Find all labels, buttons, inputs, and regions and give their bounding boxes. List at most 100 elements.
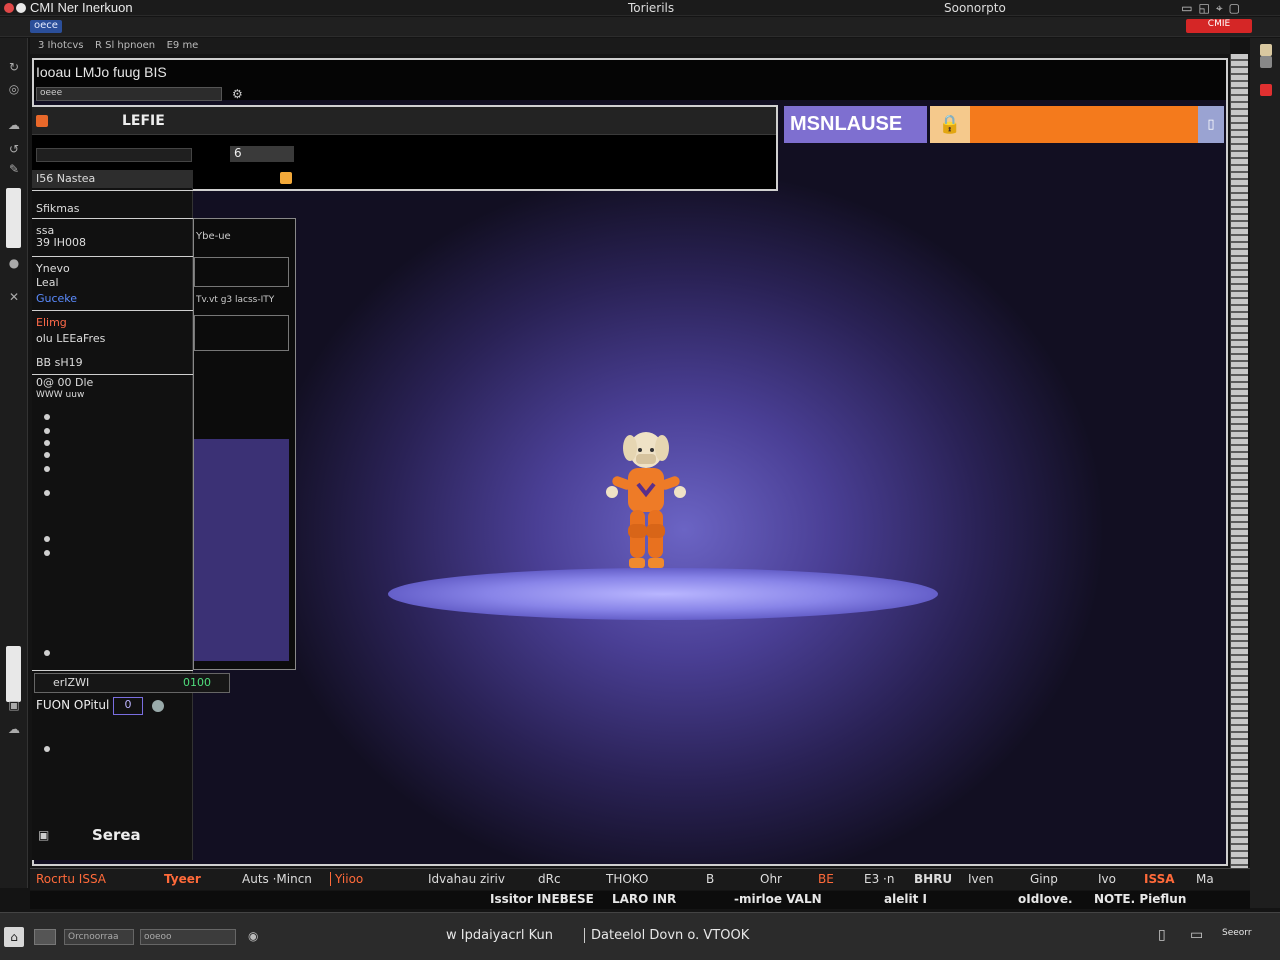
tree-node-icon[interactable] xyxy=(44,466,50,472)
left-toolbar: ↻ ◎ ☁ ↺ ✎ ● ✕ ▣ ☁ xyxy=(0,38,28,888)
property-field[interactable] xyxy=(194,257,289,287)
orange-tool-icon[interactable] xyxy=(36,115,48,127)
target-icon[interactable]: ◎ xyxy=(7,82,21,96)
tab-item[interactable]: Tyeer xyxy=(164,872,201,886)
tab-item[interactable]: BHRU xyxy=(914,872,952,886)
filter-input[interactable] xyxy=(36,148,192,162)
fusion-toggle[interactable]: 0 xyxy=(113,697,143,715)
tab-item[interactable]: Iven xyxy=(968,872,994,886)
mode-pill[interactable]: oece xyxy=(30,20,62,33)
circle-icon[interactable]: ● xyxy=(7,256,21,270)
maximize-icon[interactable]: ▢ xyxy=(1229,1,1240,16)
record-icon[interactable] xyxy=(1260,84,1272,96)
viewport-title: Iooau LMJo fuug BIS xyxy=(36,64,167,80)
options-panel-header: LEFIE xyxy=(32,107,776,135)
tab-item[interactable]: ISSA xyxy=(1144,872,1175,886)
divider xyxy=(32,190,193,191)
right-dock xyxy=(1250,38,1280,908)
frame-field[interactable]: ooeoo xyxy=(140,929,236,945)
list-item[interactable]: Sfikmas xyxy=(36,202,79,215)
main-toolbar: oece CMIE xyxy=(0,17,1280,37)
folder-icon[interactable] xyxy=(280,172,292,184)
project-field[interactable]: Orcnoorraa xyxy=(64,929,134,945)
tree-node-icon[interactable] xyxy=(44,414,50,420)
list-item[interactable]: Elimg xyxy=(36,316,67,329)
tab-item[interactable]: Ginp xyxy=(1030,872,1058,886)
scene-label[interactable]: Serea xyxy=(92,826,141,844)
tab-item[interactable]: Ivo xyxy=(1098,872,1116,886)
breadcrumb-item[interactable]: E9 me xyxy=(167,40,199,51)
tab-item[interactable]: E3 ·n xyxy=(864,872,894,886)
record-button[interactable]: CMIE xyxy=(1186,19,1252,33)
restore-icon[interactable]: ◱ xyxy=(1199,1,1210,16)
list-item[interactable]: Ynevo xyxy=(36,262,70,275)
minimize-icon[interactable]: ▭ xyxy=(1181,1,1192,16)
list-item[interactable]: olu LEEaFres xyxy=(36,332,105,345)
tab-item[interactable]: THOKO xyxy=(606,872,648,886)
lock-icon[interactable]: 🔒 xyxy=(930,106,970,143)
list-item[interactable]: Guceke xyxy=(36,292,77,305)
record-dot-icon[interactable] xyxy=(152,700,164,712)
list-item[interactable]: Leal xyxy=(36,276,59,289)
rotate-icon[interactable]: ↻ xyxy=(7,60,21,74)
breadcrumb-item[interactable]: R Sl hpnoen xyxy=(95,40,155,51)
outliner-panel: I56 Nastea Sfikmas ssa 39 IH008 Ynevo Le… xyxy=(32,170,292,860)
tab-item[interactable]: dRc xyxy=(538,872,561,886)
pin-icon[interactable]: ⌖ xyxy=(1216,1,1223,16)
tab-item[interactable]: Rocrtu ISSA xyxy=(36,872,106,886)
options-panel-label: LEFIE xyxy=(122,113,165,129)
chat-icon[interactable]: ▭ xyxy=(1190,927,1203,943)
subbar-item: alelit I xyxy=(884,892,927,906)
list-item[interactable]: BB sH19 xyxy=(36,356,83,369)
breadcrumb-item[interactable]: 3 Ihotcvs xyxy=(38,40,84,51)
banner-end-button[interactable]: ▯ xyxy=(1198,106,1224,143)
property-field[interactable] xyxy=(194,315,289,351)
tree-node-icon[interactable] xyxy=(44,650,50,656)
list-item[interactable]: WWW uuw xyxy=(36,390,84,400)
tree-node-icon[interactable] xyxy=(44,428,50,434)
tab-item[interactable]: Ohr xyxy=(760,872,782,886)
folder-icon[interactable] xyxy=(1260,44,1272,56)
character-model[interactable] xyxy=(598,428,694,592)
tab-item[interactable]: B xyxy=(706,872,714,886)
tab-item[interactable]: BE xyxy=(818,872,834,886)
layer-strip[interactable] xyxy=(6,188,21,248)
layer-strip[interactable] xyxy=(6,646,21,702)
divider xyxy=(32,310,193,311)
tab-item[interactable]: Idvahau ziriv xyxy=(428,872,505,886)
tree-node-icon[interactable] xyxy=(44,746,50,752)
frame-status-label: erIZWI xyxy=(53,676,90,689)
list-item[interactable]: 39 IH008 xyxy=(36,236,86,249)
share-icon[interactable]: ▯ xyxy=(1158,927,1166,943)
frame-status: erIZWI 0100 xyxy=(34,673,230,693)
pen-icon[interactable]: ✎ xyxy=(7,162,21,176)
panel-icon[interactable] xyxy=(1260,56,1272,68)
tree-node-icon[interactable] xyxy=(44,536,50,542)
list-item[interactable]: 0@ 00 Dle xyxy=(36,376,93,389)
cloud-icon[interactable]: ☁ xyxy=(7,118,21,132)
tab-item[interactable]: Ma xyxy=(1196,872,1214,886)
tab-item[interactable]: Yiioo xyxy=(330,872,363,886)
tree-node-icon[interactable] xyxy=(44,440,50,446)
tree-node-icon[interactable] xyxy=(44,452,50,458)
divider xyxy=(32,670,193,671)
scene-icon[interactable]: ▣ xyxy=(38,828,49,842)
timeline-scrollbar[interactable] xyxy=(1230,54,1248,874)
tree-node-icon[interactable] xyxy=(44,550,50,556)
options-button[interactable]: 6 xyxy=(230,146,294,162)
app-title: CMI Ner Inerkuon xyxy=(30,0,133,15)
image-icon[interactable]: ▣ xyxy=(7,698,21,712)
banner-label[interactable]: MSNLAUSE xyxy=(784,106,927,143)
camera-icon[interactable]: ◉ xyxy=(248,929,258,943)
tools-icon[interactable]: ✕ xyxy=(7,290,21,304)
folder-icon[interactable] xyxy=(34,929,56,945)
tree-node-icon[interactable] xyxy=(44,490,50,496)
loop-icon[interactable]: ↺ xyxy=(7,142,21,156)
tab-item[interactable]: Auts ·Mincn xyxy=(242,872,312,886)
close-window-icon[interactable] xyxy=(4,3,14,13)
settings-icon[interactable]: ⚙ xyxy=(232,87,243,101)
home-icon[interactable]: ⌂ xyxy=(4,927,24,947)
search-input[interactable]: oeee xyxy=(36,87,222,101)
cloud-icon[interactable]: ☁ xyxy=(7,722,21,736)
banner-bar[interactable] xyxy=(930,106,1224,143)
